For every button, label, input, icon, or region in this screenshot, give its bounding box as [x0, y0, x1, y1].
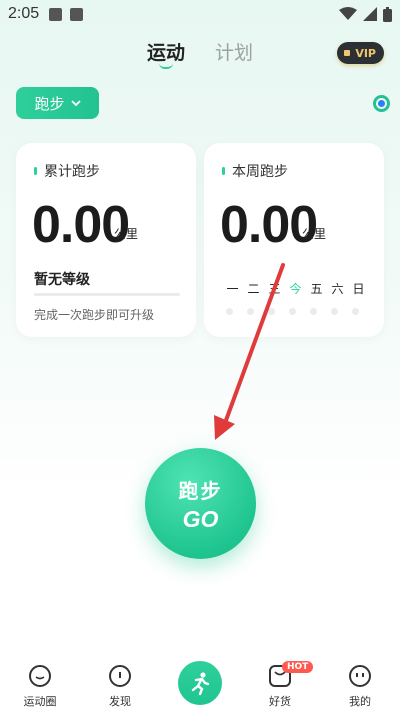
day-dot — [331, 308, 338, 315]
hot-badge: HOT — [282, 661, 314, 673]
weekly-running-card[interactable]: 本周跑步 0.00 公里 一 二 三 今 五 六 日 — [204, 143, 384, 337]
weekday-label: 一 — [226, 282, 239, 296]
day-dot — [310, 308, 317, 315]
chevron-down-icon — [70, 99, 81, 106]
weekday-label: 六 — [331, 282, 344, 296]
card-title: 累计跑步 — [44, 164, 100, 180]
nav-label: 我的 — [349, 695, 371, 708]
day-dot — [268, 308, 275, 315]
nav-discover[interactable]: 发现 — [96, 655, 144, 711]
day-dot — [226, 308, 233, 315]
vip-label: VIP — [355, 46, 376, 60]
nav-goods[interactable]: HOT 好货 — [256, 655, 314, 711]
level-text: 暂无等级 — [34, 272, 90, 288]
nav-label: 运动圈 — [23, 695, 57, 708]
app-notification-icon — [70, 7, 84, 21]
total-distance-unit: 公里 — [114, 227, 139, 241]
nav-mine[interactable]: 我的 — [336, 655, 384, 711]
battery-icon — [383, 6, 392, 22]
wifi-icon — [339, 7, 357, 20]
weekday-label: 三 — [268, 282, 281, 296]
vip-crown-icon — [344, 50, 351, 56]
card-title: 本周跑步 — [232, 164, 288, 180]
nav-label: 好货 — [269, 695, 291, 708]
sport-type-label: 跑步 — [34, 94, 65, 113]
weekday-label: 二 — [247, 282, 260, 296]
total-running-card[interactable]: 累计跑步 0.00 公里 暂无等级 完成一次跑步即可升级 — [16, 143, 196, 337]
weekday-label: 日 — [352, 282, 365, 296]
start-run-button[interactable]: 跑步 GO — [145, 448, 256, 559]
weekday-row: 一 二 三 今 五 六 日 — [226, 280, 365, 297]
day-dot — [352, 308, 359, 315]
weekday-label: 五 — [310, 282, 323, 296]
level-progress-bar — [34, 293, 180, 296]
sport-type-dropdown[interactable]: 跑步 — [16, 87, 99, 119]
start-run-label: 跑步 — [178, 478, 223, 503]
tab-plan[interactable]: 计划 — [215, 38, 253, 78]
signal-icon — [363, 7, 377, 21]
start-run-go: GO — [182, 505, 219, 532]
day-dot — [247, 308, 254, 315]
weekday-label-today: 今 — [289, 282, 302, 296]
day-dot — [289, 308, 296, 315]
title-accent-bar — [222, 167, 225, 175]
nav-run-center[interactable] — [176, 655, 224, 711]
image-notification-icon — [49, 7, 63, 21]
level-hint: 完成一次跑步即可升级 — [34, 308, 155, 322]
title-accent-bar — [34, 167, 37, 175]
status-bar: 2:05 — [0, 0, 400, 28]
profile-face-icon — [349, 665, 371, 687]
bottom-nav: 运动圈 发现 HOT 好货 我的 — [0, 655, 400, 711]
nav-sport-circle[interactable]: 运动圈 — [16, 655, 64, 711]
weekday-dots — [226, 308, 359, 315]
tab-active-indicator — [158, 63, 173, 69]
vip-button[interactable]: VIP — [337, 42, 384, 64]
runner-icon — [178, 661, 222, 705]
nav-label: 发现 — [109, 695, 131, 708]
compass-icon — [109, 665, 131, 687]
chat-bubble-icon — [29, 665, 51, 687]
gps-status-icon[interactable] — [373, 95, 390, 112]
tab-sport[interactable]: 运动 — [147, 38, 185, 78]
week-distance-unit: 公里 — [302, 227, 327, 241]
status-time: 2:05 — [8, 5, 40, 22]
